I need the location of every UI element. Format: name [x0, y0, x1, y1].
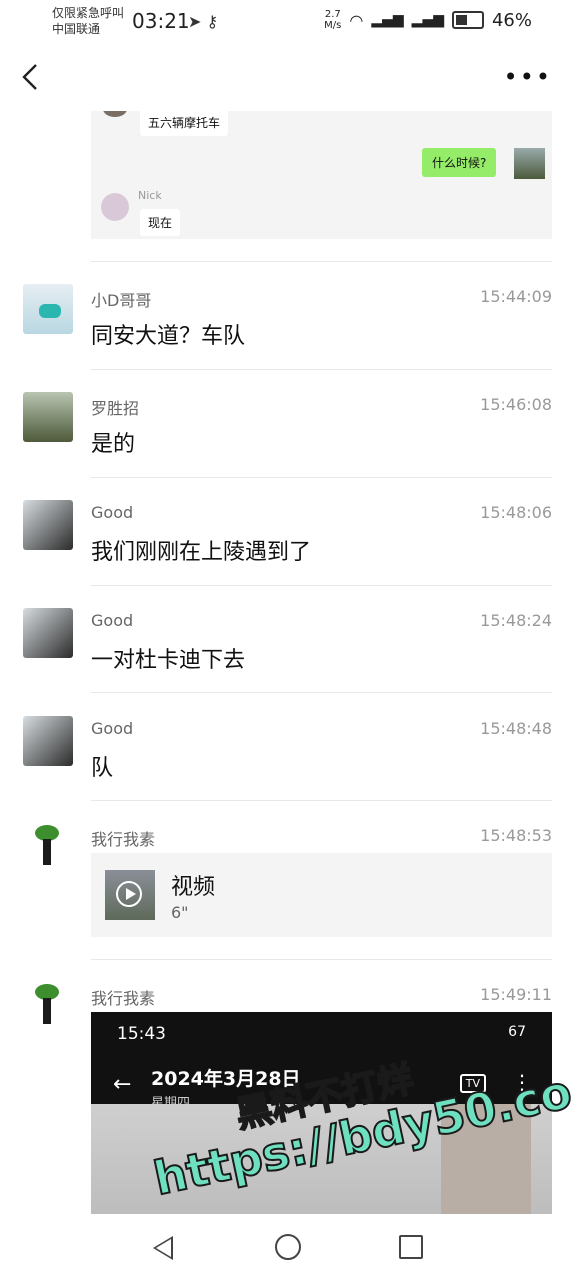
- avatar[interactable]: [23, 392, 73, 442]
- avatar[interactable]: [23, 500, 73, 550]
- more-icon[interactable]: •••: [504, 65, 552, 89]
- message-time: 15:48:06: [480, 503, 552, 522]
- divider: [91, 959, 552, 960]
- status-icons: ➤ ⚷: [188, 12, 218, 31]
- avatar[interactable]: [23, 823, 73, 873]
- message-time: 15:44:09: [480, 287, 552, 306]
- divider: [91, 800, 552, 801]
- carrier-info: 仅限紧急呼叫 中国联通: [52, 5, 124, 37]
- speed-value: 2.7: [324, 9, 341, 20]
- message-text[interactable]: 是的: [91, 426, 135, 458]
- message-time: 15:48:24: [480, 611, 552, 630]
- wifi-icon: ◠: [349, 10, 364, 30]
- signal-icon: ▂▄▆: [371, 12, 404, 28]
- message-time: 15:48:53: [480, 826, 552, 845]
- shot-battery: 67: [508, 1024, 526, 1040]
- avatar[interactable]: [23, 284, 73, 334]
- sender-name: 小D哥哥: [91, 291, 152, 310]
- nav-recent-icon[interactable]: [399, 1235, 423, 1259]
- quoted-message-nick: 现在: [140, 209, 181, 236]
- status-time: 03:21: [132, 9, 190, 33]
- shot-time: 15:43: [117, 1024, 166, 1044]
- nav-back-icon[interactable]: [153, 1236, 173, 1260]
- nav-home-icon[interactable]: [275, 1234, 301, 1260]
- navigation-bar: [0, 1214, 576, 1280]
- video-thumbnail[interactable]: [105, 870, 155, 920]
- status-right: 2.7 M/s ◠ ▂▄▆ ▂▄▆ 46%: [324, 9, 532, 31]
- video-message-card[interactable]: 视频 6": [91, 853, 552, 937]
- quoted-avatar-top: [103, 111, 127, 117]
- sender-name: 我行我素: [91, 830, 156, 849]
- video-title: 视频: [171, 875, 216, 900]
- message-text[interactable]: 队: [91, 750, 113, 782]
- divider: [91, 692, 552, 693]
- sender-name: Good: [91, 611, 134, 630]
- quoted-message-top: 五六辆摩托车: [140, 111, 229, 136]
- back-icon[interactable]: [18, 62, 44, 92]
- video-duration: 6": [171, 903, 189, 922]
- quoted-chat[interactable]: 五六辆摩托车 什么时候? Nick 现在: [91, 111, 552, 239]
- speed-unit: M/s: [324, 20, 342, 31]
- telegram-icon: ➤: [188, 12, 202, 31]
- quoted-avatar-right: [514, 148, 545, 179]
- key-icon: ⚷: [206, 12, 219, 31]
- message-time: 15:49:11: [480, 985, 552, 1004]
- sender-name: Good: [91, 719, 134, 738]
- divider: [91, 261, 552, 262]
- message-time: 15:48:48: [480, 719, 552, 738]
- message-text[interactable]: 一对杜卡迪下去: [91, 642, 245, 674]
- avatar[interactable]: [23, 982, 73, 1032]
- sender-name: 我行我素: [91, 989, 156, 1008]
- signal-4g-icon: ▂▄▆: [411, 12, 444, 28]
- carrier-line2: 中国联通: [52, 22, 101, 36]
- play-icon[interactable]: [116, 881, 142, 907]
- avatar[interactable]: [23, 608, 73, 658]
- divider: [91, 369, 552, 370]
- quoted-message-green: 什么时候?: [422, 148, 497, 177]
- battery-icon: [451, 11, 484, 29]
- message-text[interactable]: 同安大道？车队: [91, 318, 245, 350]
- divider: [91, 477, 552, 478]
- carrier-line1: 仅限紧急呼叫: [52, 6, 125, 20]
- message-text[interactable]: 我们刚刚在上陵遇到了: [91, 534, 311, 566]
- quoted-avatar-nick: [101, 193, 129, 221]
- shot-back-icon: ←: [113, 1072, 132, 1097]
- sender-name: Good: [91, 503, 134, 522]
- message-time: 15:46:08: [480, 395, 552, 414]
- scooter-icon: [39, 304, 61, 318]
- battery-fill: [455, 15, 467, 25]
- status-bar: 仅限紧急呼叫 中国联通 03:21 ➤ ⚷ 2.7 M/s ◠ ▂▄▆ ▂▄▆ …: [0, 0, 576, 44]
- top-bar: •••: [0, 48, 576, 106]
- avatar[interactable]: [23, 716, 73, 766]
- network-speed: 2.7 M/s: [324, 9, 341, 31]
- battery-percent: 46%: [491, 9, 532, 31]
- sender-name: 罗胜招: [91, 399, 140, 418]
- frog-body: [43, 998, 51, 1024]
- divider: [91, 585, 552, 586]
- frog-body: [43, 839, 51, 865]
- quoted-nick-name: Nick: [138, 189, 162, 202]
